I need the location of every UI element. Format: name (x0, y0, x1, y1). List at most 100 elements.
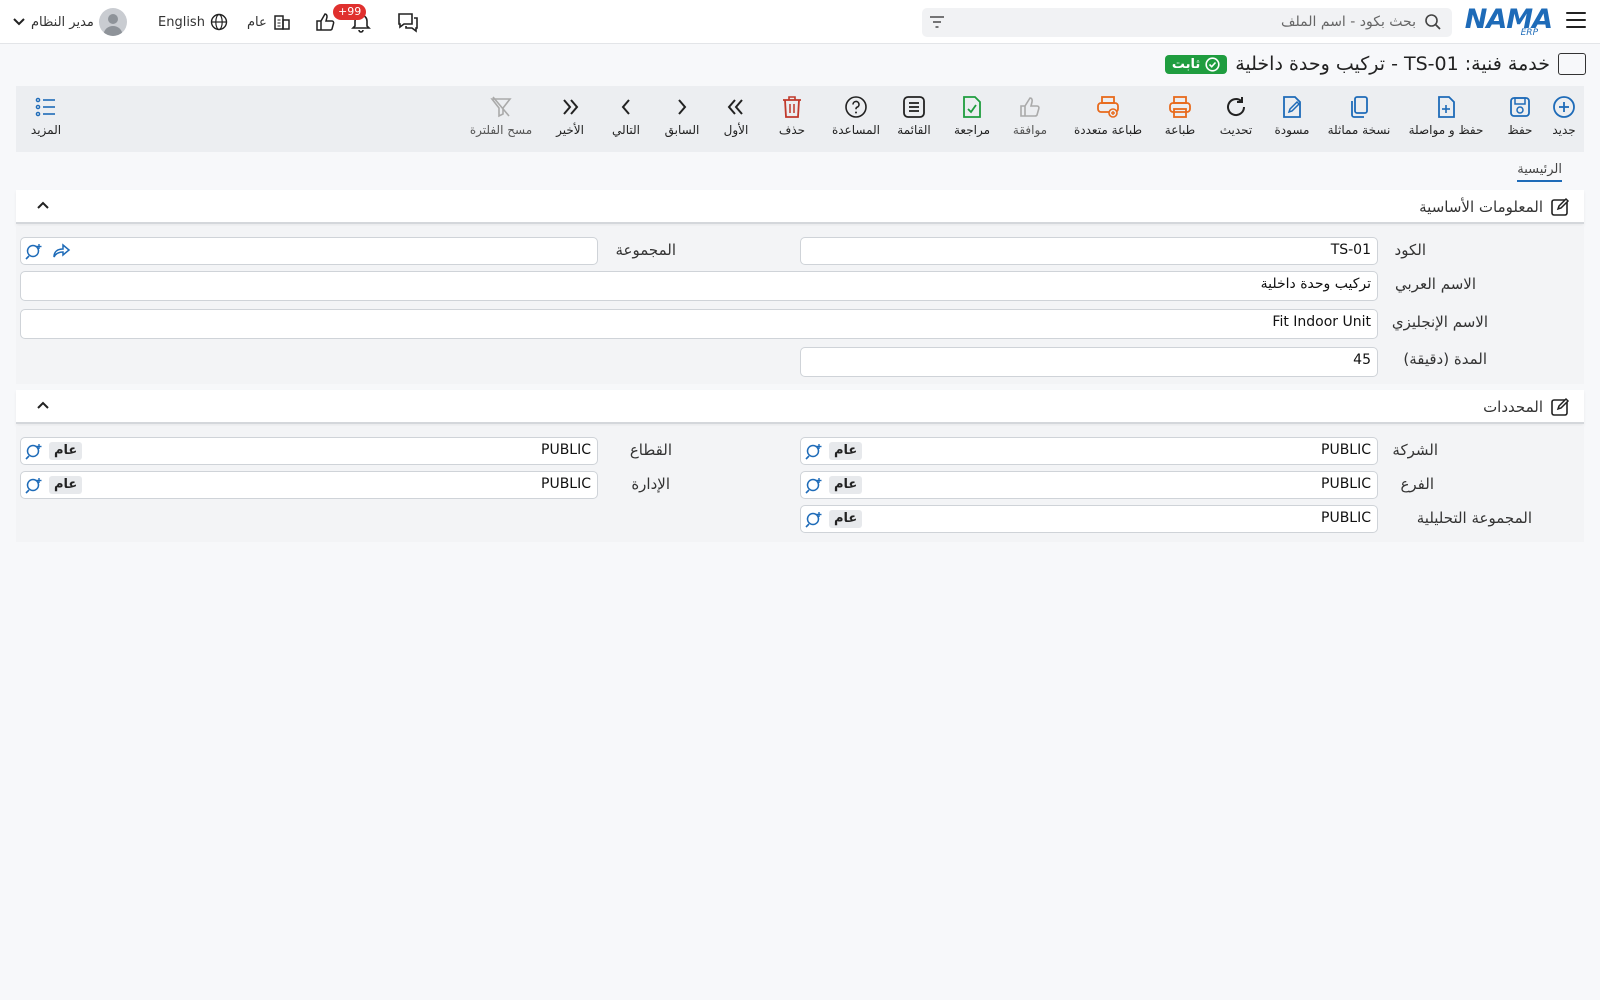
search-plus-icon[interactable] (805, 510, 825, 528)
code-value: TS-01 (1330, 242, 1371, 258)
share-icon[interactable] (53, 243, 71, 259)
save-continue-button[interactable]: حفظ و مواصلة (1406, 94, 1486, 137)
language-selector[interactable]: English (158, 0, 228, 44)
chevron-up-icon[interactable] (36, 400, 50, 410)
user-menu[interactable]: مدير النظام (12, 0, 127, 44)
search-plus-icon[interactable] (25, 476, 45, 494)
group-label: المجموعة (615, 241, 676, 259)
top-bar: NAMA ERP بحث بكود - اسم الملف +99 عام En… (0, 0, 1600, 44)
department-value: PUBLIC (541, 476, 591, 492)
save-button[interactable]: حفظ (1500, 94, 1540, 137)
company-field[interactable]: PUBLIC عام (800, 437, 1378, 465)
search-icon[interactable] (1424, 13, 1442, 35)
new-label: جديد (1552, 123, 1576, 137)
branch-value: PUBLIC (1321, 476, 1371, 492)
globe-icon (210, 13, 228, 31)
filter-icon[interactable] (928, 14, 946, 34)
duplicate-label: نسخة مماثلة (1327, 123, 1391, 137)
next-icon (621, 99, 630, 115)
review-button[interactable]: مراجعة (952, 94, 992, 137)
edit-square-icon (1551, 397, 1570, 416)
sector-field[interactable]: PUBLIC عام (20, 437, 598, 465)
department-field[interactable]: PUBLIC عام (20, 471, 598, 499)
user-name: مدير النظام (31, 14, 94, 30)
dimensions-section-header[interactable]: المحددات (16, 390, 1584, 424)
first-button[interactable]: الأول (716, 94, 756, 137)
basic-info-body: الكود TS-01 المجموعة الاسم العربي تركيب … (16, 226, 1584, 384)
logo-text: NAMA (1464, 4, 1553, 35)
review-label: مراجعة (953, 123, 991, 137)
prev-icon (678, 99, 687, 115)
save-continue-icon (1438, 96, 1455, 118)
clear-filter-icon (490, 96, 512, 118)
multi-print-button[interactable]: طباعة متعددة (1068, 94, 1148, 137)
duplicate-button[interactable]: نسخة مماثلة (1324, 94, 1394, 137)
search-input[interactable]: بحث بكود - اسم الملف (1281, 14, 1416, 30)
print-button[interactable]: طباعة (1160, 94, 1200, 137)
menu-icon[interactable] (1566, 12, 1586, 30)
more-list-icon (35, 97, 55, 117)
search-plus-icon[interactable] (805, 442, 825, 460)
approvals-icon[interactable] (314, 0, 336, 44)
clear-filter-label: مسح الفلترة (469, 123, 533, 137)
department-tag: عام (49, 476, 83, 494)
save-continue-label: حفظ و مواصلة (1408, 123, 1484, 137)
list-button[interactable]: القائمة (894, 94, 934, 137)
trash-icon (783, 96, 801, 118)
status-badge: ثابت (1164, 54, 1228, 74)
more-button[interactable]: المزيد (28, 94, 64, 137)
refresh-button[interactable]: تحديث (1216, 94, 1256, 137)
search-box[interactable]: بحث بكود - اسم الملف (922, 8, 1452, 37)
previous-label: السابق (664, 123, 700, 137)
code-field[interactable]: TS-01 (800, 237, 1378, 265)
chat-icon[interactable] (396, 0, 420, 44)
delete-label: حذف (778, 123, 806, 137)
company-selector[interactable]: عام (247, 0, 292, 44)
dimensions-body: الشركة PUBLIC عام القطاع PUBLIC عام الفر… (16, 426, 1584, 542)
last-label: الأخير (556, 123, 584, 137)
english-name-field[interactable]: Fit Indoor Unit (20, 309, 1378, 339)
sector-label: القطاع (629, 441, 672, 459)
search-plus-icon[interactable] (805, 476, 825, 494)
analysis-group-field[interactable]: PUBLIC عام (800, 505, 1378, 533)
department-label: الإدارة (631, 475, 670, 493)
new-button[interactable]: جديد (1544, 94, 1584, 137)
draft-button[interactable]: مسودة (1270, 94, 1314, 137)
tab-main[interactable]: الرئيسية (1517, 162, 1562, 182)
english-name-value: Fit Indoor Unit (1272, 314, 1371, 330)
previous-button[interactable]: السابق (662, 94, 702, 137)
tab-bar: الرئيسية (16, 152, 1584, 186)
status-label: ثابت (1171, 56, 1201, 72)
delete-button[interactable]: حذف (772, 94, 812, 137)
building-icon (274, 15, 290, 30)
company-label: عام (247, 14, 267, 30)
branch-field[interactable]: PUBLIC عام (800, 471, 1378, 499)
approve-button[interactable]: موافقة (1008, 94, 1052, 137)
search-plus-icon[interactable] (25, 242, 45, 260)
arabic-name-field[interactable]: تركيب وحدة داخلية (20, 271, 1378, 301)
chevron-up-icon[interactable] (36, 200, 50, 210)
help-icon (845, 96, 867, 118)
help-button[interactable]: المساعدة (826, 94, 886, 137)
avatar (98, 8, 127, 36)
more-label: المزيد (30, 123, 62, 137)
code-label: الكود (1394, 241, 1426, 259)
window-icon (1558, 53, 1586, 75)
arabic-name-value: تركيب وحدة داخلية (1260, 276, 1371, 292)
next-button[interactable]: التالي (606, 94, 646, 137)
company-field-label: الشركة (1392, 441, 1438, 459)
last-button[interactable]: الأخير (550, 94, 590, 137)
clear-filter-button[interactable]: مسح الفلترة (466, 94, 536, 137)
logo[interactable]: NAMA ERP (1464, 4, 1553, 40)
thumbs-up-icon (1020, 97, 1040, 117)
list-icon (903, 96, 925, 118)
first-icon (727, 99, 743, 115)
duration-field[interactable]: 45 (800, 347, 1378, 377)
analysis-group-label: المجموعة التحليلية (1416, 509, 1532, 527)
group-field[interactable] (20, 237, 598, 265)
basic-info-title: المعلومات الأساسية (1419, 198, 1543, 216)
branch-label: الفرع (1400, 475, 1434, 493)
basic-info-section-header[interactable]: المعلومات الأساسية (16, 190, 1584, 224)
english-name-label: الاسم الإنجليزي (1391, 313, 1488, 331)
search-plus-icon[interactable] (25, 442, 45, 460)
